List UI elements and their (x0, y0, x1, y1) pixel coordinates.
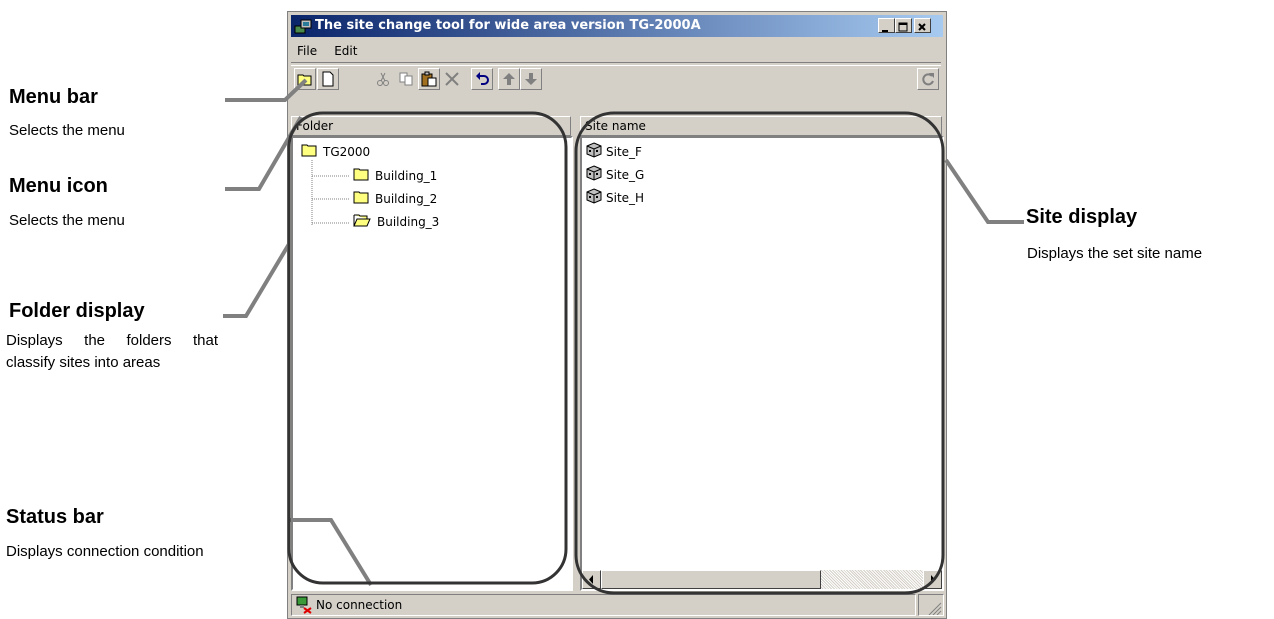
title-bar[interactable]: The site change tool for wide area versi… (291, 15, 943, 37)
minimize-button[interactable] (878, 18, 895, 33)
arrow-left-icon (583, 573, 600, 592)
tree-item-building-2[interactable]: Building_2 (353, 190, 437, 208)
site-cube-icon (586, 165, 602, 186)
tree-item-building-1[interactable]: Building_1 (353, 167, 437, 185)
menu-bar-annotation-title: Menu bar (9, 86, 98, 108)
status-bar: No connection (291, 594, 916, 616)
site-cube-icon (586, 188, 602, 209)
site-item-site-h[interactable]: Site_H (586, 188, 644, 206)
horizontal-scrollbar[interactable] (582, 570, 942, 589)
delete-button[interactable] (441, 68, 463, 90)
copy-button[interactable] (395, 68, 417, 90)
new-button[interactable] (317, 68, 339, 90)
open-folder-button[interactable] (294, 68, 316, 90)
move-down-button[interactable] (520, 68, 542, 90)
menu-icon-annotation-title: Menu icon (9, 175, 108, 197)
site-item-label: Site_H (606, 191, 645, 205)
maximize-button[interactable] (895, 18, 912, 33)
folder-icon (301, 143, 317, 162)
site-cube-icon (586, 142, 602, 163)
status-bar-annotation-desc: Displays connection condition (6, 543, 204, 560)
resize-grip-icon (919, 600, 943, 618)
tree-item-label: Building_3 (377, 215, 440, 229)
site-display-annotation-title: Site display (1026, 206, 1138, 228)
close-button[interactable] (914, 18, 931, 33)
tree-item-label: TG2000 (323, 145, 371, 159)
site-item-label: Site_G (606, 168, 645, 182)
window-title: The site change tool for wide area versi… (315, 18, 701, 33)
refresh-button[interactable] (917, 68, 939, 90)
status-bar-annotation-title: Status bar (6, 506, 104, 528)
undo-button[interactable] (471, 68, 493, 90)
folder-icon (353, 190, 369, 209)
site-item-site-f[interactable]: Site_F (586, 142, 642, 160)
tree-item-building-3[interactable]: Building_3 (353, 213, 439, 231)
site-list-pane[interactable]: Site_F Site_G Site_H (580, 136, 944, 591)
folder-icon (353, 167, 369, 186)
paste-button[interactable] (418, 68, 440, 90)
site-name-column-header[interactable]: Site name (580, 116, 942, 136)
tree-item-label: Building_1 (375, 169, 438, 183)
toolbar-divider (291, 62, 941, 66)
site-display-callout-line (944, 158, 1024, 224)
size-grip[interactable] (918, 594, 944, 616)
menu-icon-annotation-desc: Selects the menu (9, 212, 125, 229)
folder-display-annotation-title: Folder display (9, 300, 145, 322)
tree-item-label: Building_2 (375, 192, 438, 206)
move-up-button[interactable] (498, 68, 520, 90)
scroll-right-button[interactable] (923, 570, 942, 589)
app-window: The site change tool for wide area versi… (287, 11, 947, 619)
app-icon (294, 18, 312, 34)
folder-column-header[interactable]: Folder (291, 116, 571, 136)
menu-bar-annotation-desc: Selects the menu (9, 122, 125, 139)
cut-button[interactable] (372, 68, 394, 90)
menu-bar: File Edit (291, 40, 363, 60)
no-connection-icon (295, 596, 313, 617)
menu-file[interactable]: File (291, 42, 323, 60)
site-item-site-g[interactable]: Site_G (586, 165, 644, 183)
scroll-thumb[interactable] (601, 570, 821, 589)
site-display-annotation-desc: Displays the set site name (1027, 245, 1203, 262)
folder-display-annotation-desc: Displays the folders that classify sites… (6, 332, 218, 371)
folder-tree-pane[interactable]: TG2000 Building_1 Building_2 Building_3 (291, 136, 573, 591)
tree-item-root[interactable]: TG2000 (301, 143, 370, 161)
site-item-label: Site_F (606, 145, 642, 159)
open-folder-icon (353, 213, 371, 232)
folder-display-callout-line (223, 242, 291, 318)
arrow-right-icon (924, 573, 941, 592)
scroll-left-button[interactable] (582, 570, 601, 589)
status-text: No connection (316, 598, 403, 612)
menu-edit[interactable]: Edit (328, 42, 363, 60)
